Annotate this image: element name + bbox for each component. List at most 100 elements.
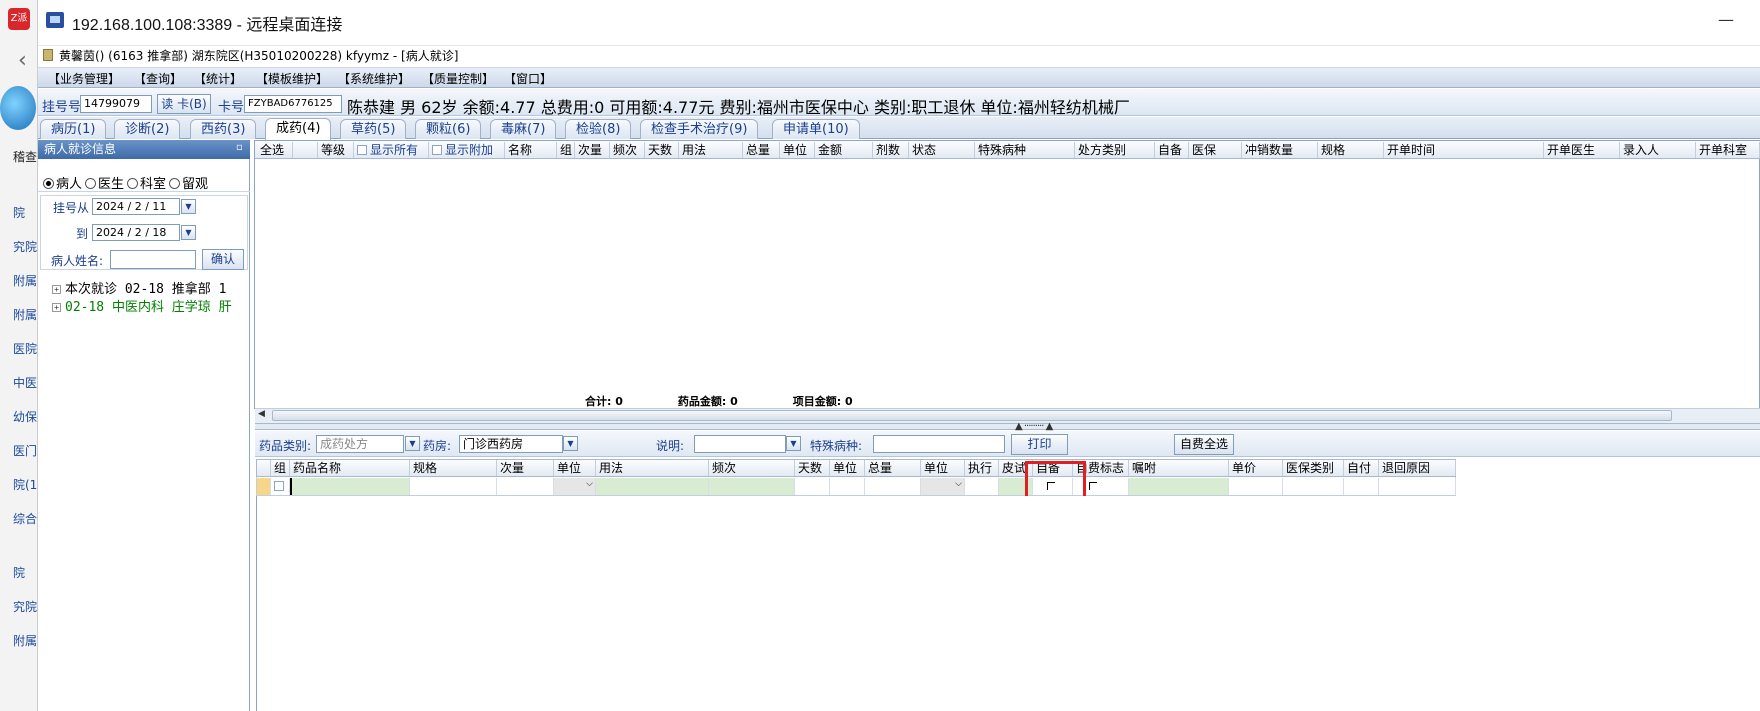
from-date-label: 挂号从 — [53, 201, 90, 215]
row-indicator — [257, 460, 271, 476]
tab-lab[interactable]: 检验(8) — [565, 119, 632, 139]
pharmacy-select[interactable]: 门诊西药房 — [459, 435, 563, 453]
host-sidebar-item[interactable]: 院(1 — [0, 468, 38, 502]
col-order-dept: 开单科室 — [1696, 142, 1760, 158]
return-reason-cell[interactable] — [1379, 478, 1456, 495]
menu-system[interactable]: 【系统维护】 — [338, 70, 410, 87]
tab-herbal[interactable]: 草药(5) — [340, 119, 407, 139]
back-arrow-icon[interactable]: ‹ — [18, 48, 27, 73]
read-card-button[interactable]: 读 卡(B) — [157, 94, 211, 114]
host-sidebar-item[interactable]: 综合 — [0, 502, 38, 536]
chevron-down-icon[interactable]: ⌵ — [586, 479, 593, 489]
chevron-down-icon[interactable]: ▼ — [563, 436, 578, 451]
col-writeoff-qty: 冲销数量 — [1242, 142, 1318, 158]
drug-name-cell[interactable] — [290, 478, 410, 495]
chevron-down-icon[interactable]: ▼ — [405, 436, 420, 451]
show-extra-checkbox[interactable]: 显示附加 — [429, 142, 505, 158]
tab-patent-medicine[interactable]: 成药(4) — [265, 118, 332, 140]
days-cell[interactable] — [795, 478, 830, 495]
pin-icon[interactable]: ▫ — [236, 142, 243, 153]
host-sidebar-item[interactable]: 院 — [0, 556, 38, 590]
tree-item-current-visit[interactable]: + 本次就诊 02-18 推拿部 1 — [52, 278, 248, 297]
reg-number-label: 挂号号 — [42, 100, 82, 115]
total-cell[interactable] — [865, 478, 921, 495]
col-dose: 次量 — [497, 460, 554, 476]
menu-business[interactable]: 【业务管理】 — [48, 70, 120, 87]
spec-cell[interactable] — [410, 478, 497, 495]
show-all-checkbox[interactable]: 显示所有 — [354, 142, 429, 158]
total-unit-select[interactable]: ⌵ — [921, 478, 965, 495]
tab-granule[interactable]: 颗粒(6) — [415, 119, 482, 139]
col-spec: 规格 — [410, 460, 497, 476]
col-group: 组 — [557, 142, 575, 158]
tab-diagnosis[interactable]: 诊断(2) — [114, 119, 181, 139]
dose-unit-select[interactable]: ⌵ — [554, 478, 596, 495]
col-usage: 用法 — [596, 460, 709, 476]
radio-department[interactable]: 科室 — [127, 173, 166, 192]
days-unit-cell[interactable] — [830, 478, 865, 495]
chevron-down-icon[interactable]: ▼ — [786, 436, 801, 451]
insurance-type-cell[interactable] — [1283, 478, 1344, 495]
prescription-grid — [254, 140, 1760, 409]
special-disease-input[interactable] — [873, 435, 1005, 453]
print-button[interactable]: 打印 — [1011, 434, 1068, 455]
tree-item-previous-visit[interactable]: +02-18 中医内科 庄学琼 肝 — [52, 296, 248, 315]
patient-name-input[interactable] — [110, 250, 196, 269]
chevron-down-icon[interactable]: ⌵ — [955, 479, 962, 489]
frequency-cell[interactable] — [709, 478, 795, 495]
reg-number-input[interactable]: 14799079 — [80, 95, 152, 113]
note-select[interactable] — [694, 435, 786, 453]
col-select-all[interactable]: 全选 — [257, 142, 293, 158]
chevron-down-icon[interactable]: ▼ — [181, 199, 196, 214]
drug-type-select[interactable]: 成药处方 — [316, 435, 404, 453]
radio-patient[interactable]: 病人 — [43, 173, 82, 192]
unit-price-cell[interactable] — [1229, 478, 1283, 495]
menu-query[interactable]: 【查询】 — [134, 70, 182, 87]
confirm-button[interactable]: 确认 — [202, 249, 244, 270]
radio-observation[interactable]: 留观 — [169, 173, 208, 192]
host-sidebar-item[interactable]: 究院 — [0, 590, 38, 624]
tab-requests[interactable]: 申请单(10) — [772, 119, 860, 139]
tab-medical-record[interactable]: 病历(1) — [40, 119, 107, 139]
group-checkbox-cell[interactable] — [271, 478, 290, 495]
usage-cell[interactable] — [596, 478, 709, 495]
dose-cell[interactable] — [497, 478, 554, 495]
expand-icon[interactable]: + — [52, 285, 61, 294]
patient-summary: 陈恭建 男 62岁 余额:4.77 总费用:0 可用额:4.77元 费别:福州市… — [347, 98, 1130, 117]
to-date-input[interactable]: 2024 / 2 / 18 — [92, 224, 180, 241]
col-name: 名称 — [505, 142, 557, 158]
menu-stats[interactable]: 【统计】 — [194, 70, 242, 87]
host-sidebar-item[interactable]: 附属 — [0, 624, 38, 658]
scrollbar-thumb[interactable] — [272, 410, 1672, 421]
card-number-input[interactable]: FZYBAD6776125 — [244, 95, 342, 113]
host-sidebar-item[interactable]: 附属 — [0, 264, 38, 298]
tab-narcotic[interactable]: 毒麻(7) — [490, 119, 557, 139]
row-indicator — [257, 478, 271, 495]
host-sidebar-item[interactable]: 院 — [0, 196, 38, 230]
host-sidebar-item[interactable]: 医门 — [0, 434, 38, 468]
chevron-down-icon[interactable]: ▼ — [181, 225, 196, 240]
menu-quality[interactable]: 【质量控制】 — [422, 70, 494, 87]
tab-western-medicine[interactable]: 西药(3) — [190, 119, 257, 139]
menu-templates[interactable]: 【模板维护】 — [256, 70, 328, 87]
minimize-icon[interactable]: — — [1718, 10, 1734, 29]
patient-name-label: 病人姓名: — [51, 254, 104, 268]
host-sidebar-item[interactable]: 幼保 — [0, 400, 38, 434]
instructions-cell[interactable] — [1129, 478, 1229, 495]
execute-cell[interactable] — [965, 478, 999, 495]
host-sidebar-item[interactable]: 究院 — [0, 230, 38, 264]
expand-icon[interactable]: + — [52, 303, 61, 312]
panel-splitter[interactable] — [255, 423, 1760, 430]
tab-exam-treatment[interactable]: 检查手术治疗(9) — [640, 119, 759, 139]
self-pay-all-button[interactable]: 自费全选 — [1174, 434, 1234, 455]
host-sidebar-item[interactable]: 医院 — [0, 332, 38, 366]
scroll-left-icon[interactable]: ◀ — [258, 409, 265, 419]
from-date-input[interactable]: 2024 / 2 / 11 — [92, 198, 180, 215]
radio-doctor[interactable]: 医生 — [85, 173, 124, 192]
menu-window[interactable]: 【窗口】 — [504, 70, 552, 87]
host-sidebar-item[interactable]: 稽查 — [0, 140, 38, 174]
col-blank — [293, 142, 318, 158]
self-payment-cell[interactable] — [1344, 478, 1379, 495]
host-sidebar-item[interactable]: 中医 — [0, 366, 38, 400]
host-sidebar-item[interactable]: 附属 — [0, 298, 38, 332]
